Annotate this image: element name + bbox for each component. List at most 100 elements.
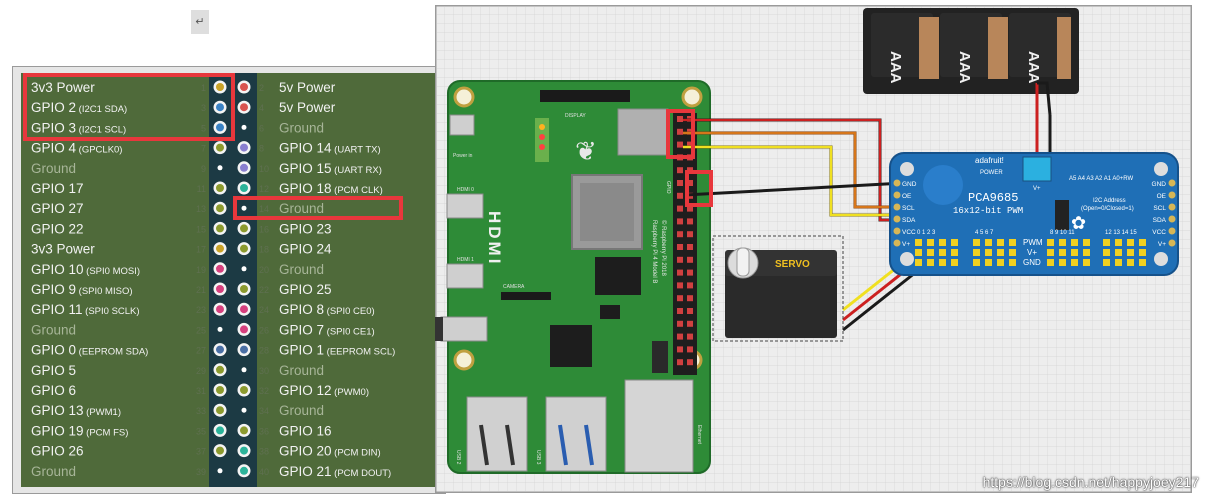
pca-ch-group-4: 12 13 14 15 <box>1105 230 1137 236</box>
pin-fill <box>216 305 224 314</box>
pin-fill <box>240 446 248 455</box>
pca-channel-pin <box>1071 239 1078 246</box>
pin-fill <box>240 143 248 152</box>
pin-number: 36 <box>259 426 269 436</box>
pin-fill <box>216 244 224 253</box>
pca-channel-pin <box>951 259 958 266</box>
pin-number: 26 <box>259 325 269 335</box>
pin-label: 5v Power <box>279 100 336 115</box>
pca-channel-pin <box>985 259 992 266</box>
pca-channel-pin <box>1059 239 1066 246</box>
pca-channel-pin <box>1103 259 1110 266</box>
pca-channel-pin <box>1071 249 1078 256</box>
header-pin <box>677 167 683 174</box>
pin-fill <box>216 365 224 374</box>
pca-channel-pin <box>939 249 946 256</box>
pca-channel-pin <box>1139 249 1146 256</box>
pin-number: 16 <box>259 224 269 234</box>
pca-pwm-row: PWM <box>1023 238 1043 247</box>
pca-i2c-addr-2: (Open=0/Closed=1) <box>1081 206 1134 212</box>
pca-pin <box>1168 179 1176 187</box>
header-pin <box>687 308 693 314</box>
pin-number: 4 <box>259 103 264 113</box>
pin-number: 5 <box>201 123 206 133</box>
pca-channel-pin <box>1071 259 1078 266</box>
pin-label: Ground <box>279 120 324 135</box>
pin-number: 29 <box>196 366 206 376</box>
pca-pin-label: VCC <box>902 229 916 236</box>
pca-channel-pin <box>1127 259 1134 266</box>
pin-label: Ground <box>31 322 76 337</box>
pin-fill <box>216 103 224 112</box>
pca-channel-pin <box>973 239 980 246</box>
header-pin <box>677 359 683 366</box>
pin-number: 25 <box>196 325 206 335</box>
pca-pin <box>893 191 901 199</box>
pca-power-label: POWER <box>980 170 1003 176</box>
pca-channel-pin <box>927 249 934 256</box>
header-pin <box>677 218 683 225</box>
pin-fill <box>216 83 224 91</box>
pca-subtitle: 16x12-bit PWM <box>953 206 1023 216</box>
pin-number: 21 <box>196 285 206 295</box>
pca-pin-label: GND <box>1152 181 1167 188</box>
pca-channel-pin <box>1127 239 1134 246</box>
header-pin <box>687 346 693 353</box>
pin-number: 38 <box>259 447 269 457</box>
pin-label: Ground <box>279 262 324 277</box>
pin-label: GPIO 26 <box>31 444 84 459</box>
pca-ch-group-2: 4 5 6 7 <box>975 230 994 236</box>
pca-channel-pin <box>1009 249 1016 256</box>
pin-number: 17 <box>196 245 206 255</box>
header-pin <box>677 346 683 353</box>
pin-dot <box>241 367 247 373</box>
header-pin <box>677 128 683 135</box>
pin-fill <box>216 446 224 455</box>
header-pin <box>687 359 693 366</box>
pca-vplus-label: V+ <box>1033 186 1041 192</box>
pin-dot <box>217 326 223 332</box>
pin-fill <box>240 163 248 172</box>
header-pin <box>677 269 683 276</box>
header-pin <box>687 218 693 225</box>
pca-channel-pin <box>1139 259 1146 266</box>
gpio-pinout-panel: 3v3 Power 1 GPIO 2 (I2C1 SDA) 3 GPIO 3 (I2C1… <box>12 66 446 494</box>
header-pin <box>687 282 693 289</box>
pin-label: GPIO 24 <box>279 242 332 257</box>
wiring-diagram: AAA AAA AAA DISPLAY Power in ❦ Raspberry… <box>435 5 1192 493</box>
pca-addr-pins: A5 A4 A3 A2 A1 A0+RW <box>1069 176 1133 182</box>
pin-label: 3v3 Power <box>31 242 95 257</box>
pca-pin-label: SDA <box>902 217 916 224</box>
pca-pin-label: OE <box>1157 193 1167 200</box>
pin-number: 8 <box>259 144 264 154</box>
pca-channel-pin <box>1059 259 1066 266</box>
pin-fill <box>216 204 224 213</box>
raspberry-logo-icon: ❦ <box>575 137 597 167</box>
pin-number: 24 <box>259 305 269 315</box>
header-pin <box>677 308 683 314</box>
pca-channel-pin <box>951 249 958 256</box>
power-in-label: Power in <box>453 153 473 159</box>
pin-fill <box>240 345 248 354</box>
header-pin <box>687 231 693 238</box>
servo-motor: SERVO <box>712 235 844 342</box>
model-text: Raspberry Pi 4 Model B <box>651 220 657 283</box>
pin-dot <box>217 468 223 474</box>
ethernet-label: Ethernet <box>696 425 702 445</box>
header-pin <box>677 192 683 199</box>
watermark: https://blog.csdn.net/happyjoey217 <box>982 474 1199 490</box>
pin-label: GPIO 27 <box>31 201 84 216</box>
header-pin <box>687 333 693 340</box>
pin-number: 2 <box>259 83 264 93</box>
gpio-label: GPIO <box>665 181 671 194</box>
pin-fill <box>216 386 224 394</box>
pin-number: 22 <box>259 285 269 295</box>
pca-pin <box>893 179 901 187</box>
header-pin <box>677 205 683 212</box>
pin-fill <box>240 305 248 314</box>
header-pin <box>677 256 683 263</box>
pin-dot <box>241 407 247 413</box>
header-pin <box>677 141 683 148</box>
pin-fill <box>240 83 248 91</box>
pin-number: 7 <box>201 144 206 154</box>
